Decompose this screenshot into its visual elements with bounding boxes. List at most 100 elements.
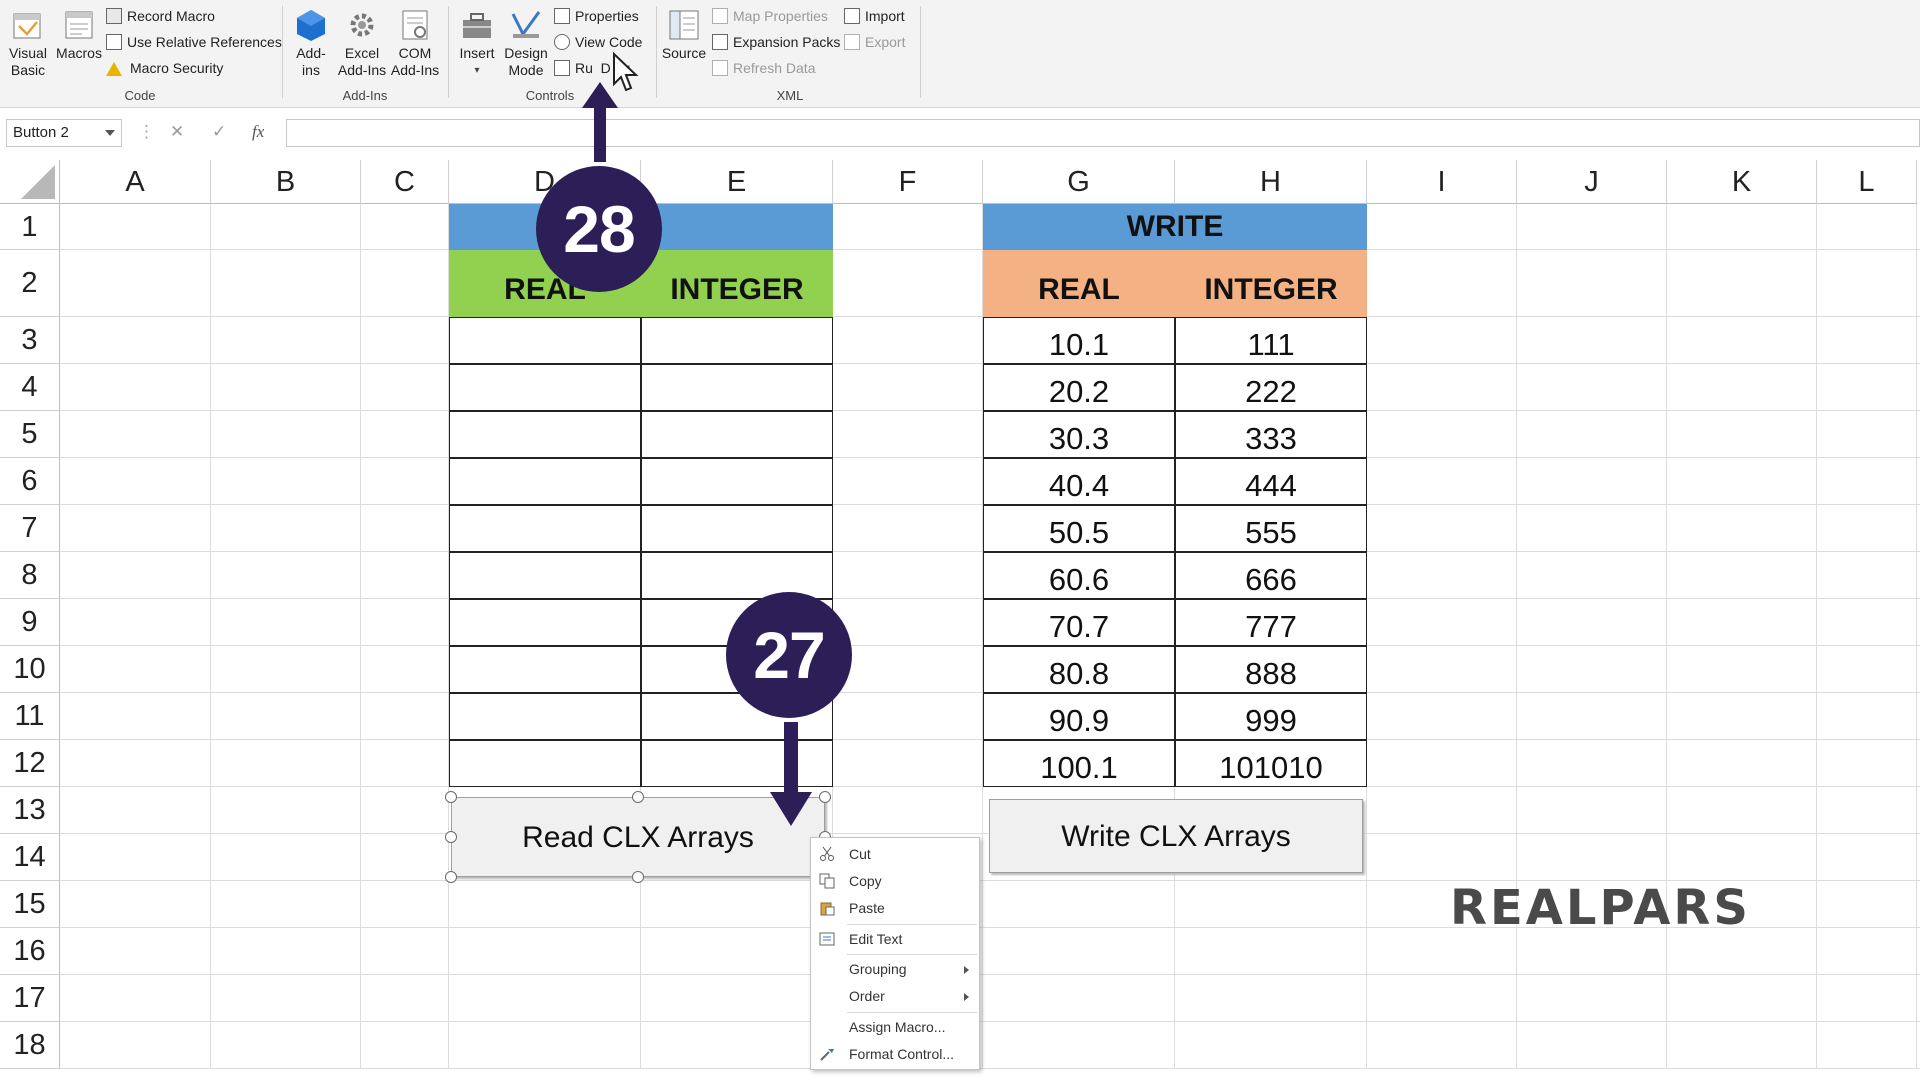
read-table-cell[interactable] <box>449 317 641 364</box>
menu-item-order[interactable]: Order <box>811 983 979 1009</box>
column-header-c[interactable]: C <box>361 160 449 204</box>
write-table-cell-real[interactable]: 80.8 <box>983 646 1175 693</box>
read-table-cell[interactable] <box>449 552 641 599</box>
write-table-cell-real[interactable]: 40.4 <box>983 458 1175 505</box>
row-header-1[interactable]: 1 <box>0 204 60 250</box>
row-header-13[interactable]: 13 <box>0 787 60 834</box>
resize-handle[interactable] <box>632 791 644 803</box>
write-table-cell-integer[interactable]: 101010 <box>1175 740 1367 787</box>
row-header-16[interactable]: 16 <box>0 928 60 975</box>
name-box[interactable]: Button 2 <box>6 119 122 147</box>
write-table-cell-integer[interactable]: 999 <box>1175 693 1367 740</box>
excel-add-ins-button[interactable]: Excel Add-Ins <box>334 8 390 79</box>
row-header-8[interactable]: 8 <box>0 552 60 599</box>
write-table-cell-integer[interactable]: 444 <box>1175 458 1367 505</box>
menu-item-assign-macro[interactable]: Assign Macro... <box>811 1014 979 1040</box>
column-header-f[interactable]: F <box>833 160 983 204</box>
read-table-cell[interactable] <box>641 505 833 552</box>
macro-security-button[interactable]: Macro Security <box>106 57 223 79</box>
read-table-cell[interactable] <box>641 552 833 599</box>
read-table-cell[interactable] <box>641 364 833 411</box>
write-table-cell-real[interactable]: 20.2 <box>983 364 1175 411</box>
column-header-e[interactable]: E <box>641 160 833 204</box>
column-header-b[interactable]: B <box>211 160 361 204</box>
write-table-cell-integer[interactable]: 777 <box>1175 599 1367 646</box>
write-table-cell-real[interactable]: 70.7 <box>983 599 1175 646</box>
row-header-9[interactable]: 9 <box>0 599 60 646</box>
read-table-cell[interactable] <box>641 458 833 505</box>
formula-input[interactable] <box>286 119 1920 147</box>
resize-handle[interactable] <box>632 871 644 883</box>
column-header-a[interactable]: A <box>60 160 211 204</box>
expansion-packs-button[interactable]: Expansion Packs <box>712 31 840 53</box>
row-header-2[interactable]: 2 <box>0 250 60 317</box>
column-header-i[interactable]: I <box>1367 160 1517 204</box>
row-header-11[interactable]: 11 <box>0 693 60 740</box>
row-header-18[interactable]: 18 <box>0 1022 60 1069</box>
properties-button[interactable]: Properties <box>554 5 639 27</box>
row-header-15[interactable]: 15 <box>0 881 60 928</box>
column-header-h[interactable]: H <box>1175 160 1367 204</box>
write-table-cell-integer[interactable]: 888 <box>1175 646 1367 693</box>
menu-item-paste[interactable]: Paste <box>811 895 979 921</box>
visual-basic-button[interactable]: Visual Basic <box>6 8 50 79</box>
write-table-cell-integer[interactable]: 333 <box>1175 411 1367 458</box>
design-mode-button[interactable]: Design Mode <box>500 8 552 79</box>
insert-control-button[interactable]: Insert ▾ <box>456 8 498 79</box>
read-table-cell[interactable] <box>641 317 833 364</box>
read-table-cell[interactable] <box>449 458 641 505</box>
row-header-14[interactable]: 14 <box>0 834 60 881</box>
read-table-cell[interactable] <box>449 364 641 411</box>
menu-item-copy[interactable]: Copy <box>811 868 979 894</box>
read-table-cell[interactable] <box>449 740 641 787</box>
write-table-cell-integer[interactable]: 222 <box>1175 364 1367 411</box>
menu-item-cut[interactable]: Cut <box>811 841 979 867</box>
write-clx-arrays-button[interactable]: Write CLX Arrays <box>989 799 1363 873</box>
row-header-6[interactable]: 6 <box>0 458 60 505</box>
write-table-cell-real[interactable]: 10.1 <box>983 317 1175 364</box>
read-table-cell[interactable] <box>449 411 641 458</box>
write-table-cell-real[interactable]: 50.5 <box>983 505 1175 552</box>
insert-function-icon[interactable]: fx <box>252 122 264 142</box>
row-header-5[interactable]: 5 <box>0 411 60 458</box>
xml-source-button[interactable]: Source <box>660 8 708 62</box>
write-table-cell-integer[interactable]: 666 <box>1175 552 1367 599</box>
write-table-cell-real[interactable]: 90.9 <box>983 693 1175 740</box>
write-table-cell-real[interactable]: 60.6 <box>983 552 1175 599</box>
row-header-17[interactable]: 17 <box>0 975 60 1022</box>
column-header-g[interactable]: G <box>983 160 1175 204</box>
add-ins-button[interactable]: Add- ins <box>290 8 332 79</box>
row-header-3[interactable]: 3 <box>0 317 60 364</box>
column-header-l[interactable]: L <box>1817 160 1917 204</box>
record-macro-button[interactable]: Record Macro <box>106 5 215 27</box>
map-properties-button[interactable]: Map Properties <box>712 5 828 27</box>
resize-handle[interactable] <box>445 831 457 843</box>
chevron-down-icon[interactable] <box>105 130 115 136</box>
use-relative-references-button[interactable]: Use Relative References <box>106 31 282 53</box>
column-header-j[interactable]: J <box>1517 160 1667 204</box>
import-button[interactable]: Import <box>844 5 905 27</box>
menu-item-format-control[interactable]: Format Control... <box>811 1041 979 1067</box>
read-table-cell[interactable] <box>449 693 641 740</box>
row-header-12[interactable]: 12 <box>0 740 60 787</box>
read-table-cell[interactable] <box>449 599 641 646</box>
resize-handle[interactable] <box>445 871 457 883</box>
column-header-k[interactable]: K <box>1667 160 1817 204</box>
write-table-cell-integer[interactable]: 111 <box>1175 317 1367 364</box>
read-clx-arrays-button[interactable]: Read CLX Arrays <box>451 797 825 877</box>
write-table-cell-integer[interactable]: 555 <box>1175 505 1367 552</box>
export-button[interactable]: Export <box>844 31 905 53</box>
write-table-cell-real[interactable]: 30.3 <box>983 411 1175 458</box>
enter-icon[interactable]: ✓ <box>212 122 226 142</box>
write-table-cell-real[interactable]: 100.1 <box>983 740 1175 787</box>
read-table-cell[interactable] <box>449 505 641 552</box>
menu-item-grouping[interactable]: Grouping <box>811 956 979 982</box>
com-add-ins-button[interactable]: COM Add-Ins <box>390 8 440 79</box>
cancel-icon[interactable]: ✕ <box>170 122 184 142</box>
read-table-cell[interactable] <box>449 646 641 693</box>
row-header-7[interactable]: 7 <box>0 505 60 552</box>
read-table-cell[interactable] <box>641 411 833 458</box>
resize-handle[interactable] <box>445 791 457 803</box>
menu-item-edit-text[interactable]: Edit Text <box>811 926 979 952</box>
macros-button[interactable]: Macros <box>54 8 104 62</box>
